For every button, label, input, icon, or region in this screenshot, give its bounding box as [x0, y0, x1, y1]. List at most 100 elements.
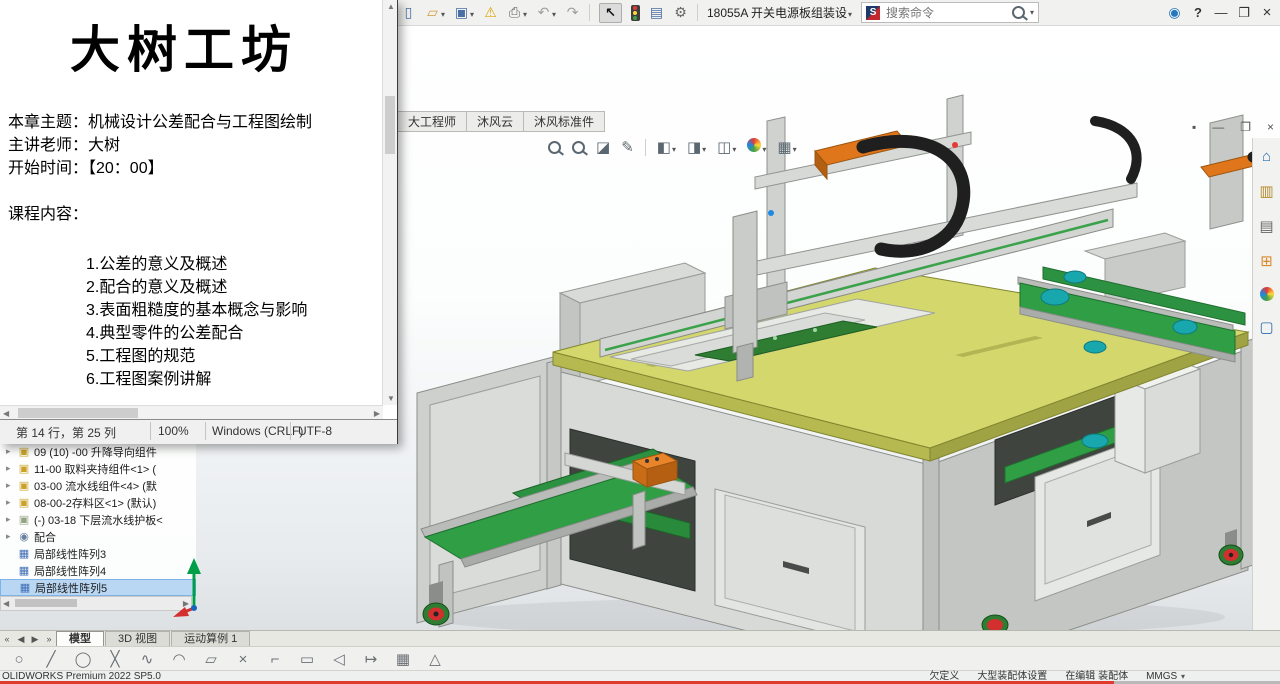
zoom-fit-icon[interactable]	[548, 140, 561, 154]
new-document-icon[interactable]: ▯	[401, 5, 416, 20]
tree-item[interactable]: ▦ 局部线性阵列4	[0, 562, 196, 579]
save-button[interactable]: ▣ ▾	[454, 5, 474, 20]
circle-tool-icon[interactable]: ◯	[72, 650, 94, 668]
notepad-status-bar: 第 14 行，第 25 列 100% Windows (CRLF) UTF-8	[0, 419, 397, 444]
appearance-button[interactable]: ▾	[747, 137, 766, 157]
tree-item[interactable]: ▸ ▣ (-) 03-18 下层流水线护板<	[0, 511, 196, 528]
line-tool-icon[interactable]: ╱	[40, 650, 62, 668]
display-pane-icon[interactable]: ▤	[649, 5, 664, 20]
pattern-icon: ▦	[18, 564, 30, 577]
tab-3d-views[interactable]: 3D 视图	[105, 631, 171, 647]
tree-item[interactable]: ▦ 局部线性阵列3	[0, 545, 196, 562]
hide-show-button[interactable]: ◫▾	[717, 138, 736, 157]
expand-caret-icon[interactable]: ▸	[6, 446, 14, 457]
scroll-right-icon[interactable]: ▶	[374, 409, 380, 418]
tree-item[interactable]: ▸ ▣ 09 (10) -00 升降导向组件	[0, 443, 196, 460]
select-tool-button[interactable]: ↖	[599, 2, 622, 23]
tree-item[interactable]: ▸ ▣ 11-00 取料夹持组件<1> (	[0, 460, 196, 477]
doc-minimize-button[interactable]: —	[1212, 120, 1224, 134]
rectangle-tool-icon[interactable]: ▭	[296, 650, 318, 668]
expand-caret-icon[interactable]: ▸	[6, 514, 14, 525]
tab-dagongchengshi[interactable]: 大工程师	[397, 111, 467, 132]
tree-item-label: 09 (10) -00 升降导向组件	[34, 446, 157, 459]
tab-motion-study[interactable]: 运动算例 1	[171, 631, 251, 647]
doc-restore-button[interactable]: ❐	[1240, 120, 1251, 134]
tab-mufeng-standard[interactable]: 沐风标准件	[523, 111, 606, 132]
notepad-text-area[interactable]: 大树工坊 本章主题：机械设计公差配合与工程图绘制 主讲老师：大树 开始时间：【2…	[0, 0, 383, 405]
zoom-area-icon[interactable]	[572, 140, 585, 154]
traffic-light-icon[interactable]	[630, 4, 640, 21]
options-gear-icon[interactable]: ⚙	[673, 5, 688, 20]
tab-nav-prev[interactable]: ◀	[14, 634, 28, 645]
component-icon: ▣	[18, 445, 30, 458]
spline-tool-icon[interactable]: ∿	[136, 650, 158, 668]
chevron-down-icon[interactable]: ▾	[1030, 8, 1034, 17]
expand-caret-icon[interactable]: ▸	[6, 463, 14, 474]
search-icon[interactable]	[1012, 6, 1026, 19]
horizontal-scrollbar[interactable]: ◀ ▶	[0, 405, 383, 420]
restore-button[interactable]: ❐	[1237, 5, 1251, 21]
doc-close-button[interactable]: ×	[1267, 120, 1274, 134]
scroll-left-icon[interactable]: ◀	[3, 409, 9, 418]
tree-item-selected[interactable]: ▦ 局部线性阵列5	[0, 579, 196, 596]
redo-icon[interactable]: ↷	[565, 5, 580, 20]
arc-tool-icon[interactable]: ◠	[168, 650, 190, 668]
component-icon: ▣	[18, 462, 30, 475]
expand-caret-icon[interactable]: ▸	[6, 480, 14, 491]
offset-tool-icon[interactable]: ↦	[360, 650, 382, 668]
close-button[interactable]: ×	[1260, 4, 1274, 21]
design-library-icon[interactable]: ▥	[1259, 182, 1273, 200]
view-settings-button[interactable]: ▦▾	[777, 138, 796, 157]
chamfer-tool-icon[interactable]: △	[424, 650, 446, 668]
parallelogram-tool-icon[interactable]: ▱	[200, 650, 222, 668]
vertical-scrollbar[interactable]: ▲ ▼	[382, 0, 397, 405]
tab-nav-first[interactable]: «	[0, 634, 14, 644]
annotation-views-icon[interactable]: ✎	[621, 138, 634, 156]
view-orientation-button[interactable]: ◧▾	[657, 138, 676, 157]
commandmanager-tabs: 大工程师 沐风云 沐风标准件	[397, 111, 606, 132]
ellipse-tool-icon[interactable]: ○	[8, 651, 30, 668]
scrollbar-thumb[interactable]	[18, 408, 138, 418]
print-button[interactable]: ⎙ ▾	[507, 5, 527, 20]
undo-button[interactable]: ↶ ▾	[536, 5, 556, 20]
start-time-line: 开始时间：【20：00】	[8, 160, 164, 177]
expand-caret-icon[interactable]: ▸	[6, 531, 14, 542]
scrollbar-thumb[interactable]	[15, 599, 77, 607]
view-settings-icon: ▦	[777, 138, 792, 156]
tab-nav-last[interactable]: »	[42, 634, 56, 644]
section-view-icon[interactable]: ◪	[596, 138, 610, 156]
tab-model[interactable]: 模型	[56, 631, 104, 647]
linear-pattern-tool-icon[interactable]: ▦	[392, 650, 414, 668]
scroll-left-icon[interactable]: ◀	[3, 599, 9, 608]
help-icon[interactable]: ?	[1191, 5, 1205, 20]
erase-tool-icon[interactable]: ×	[232, 651, 254, 668]
pin-icon[interactable]: ▪	[1192, 120, 1196, 134]
mirror-tool-icon[interactable]: ◁	[328, 650, 350, 668]
tab-nav-next[interactable]: ▶	[28, 634, 42, 645]
custom-properties-icon[interactable]: ▢	[1259, 318, 1273, 336]
tree-item[interactable]: ▸ ▣ 03-00 流水线组件<4> (默	[0, 477, 196, 494]
tree-item[interactable]: ▸ ▣ 08-00-2存料区<1> (默认)	[0, 494, 196, 511]
command-search-box[interactable]: S ▾	[861, 2, 1040, 23]
expand-caret-icon[interactable]: ▸	[6, 497, 14, 508]
scroll-down-icon[interactable]: ▼	[387, 394, 395, 403]
view-palette-icon[interactable]: ⊞	[1260, 252, 1273, 270]
appearances-icon[interactable]	[1259, 287, 1274, 301]
cross-tool-icon[interactable]: ╳	[104, 650, 126, 668]
open-button[interactable]: ▱ ▾	[425, 5, 445, 20]
file-explorer-icon[interactable]: ▤	[1259, 217, 1273, 235]
rebuild-warning-icon[interactable]: ⚠	[483, 5, 498, 20]
tab-mufengyun[interactable]: 沐风云	[466, 111, 524, 132]
corner-tool-icon[interactable]: ⌐	[264, 651, 286, 668]
display-style-button[interactable]: ◨▾	[687, 138, 706, 157]
tree-item-mates[interactable]: ▸ ◉ 配合	[0, 528, 196, 545]
document-title-dropdown[interactable]: 18055A 开关电源板组装设▾	[707, 4, 852, 21]
user-account-icon[interactable]: ◉	[1167, 5, 1182, 20]
brand-title: 大树工坊	[70, 22, 298, 78]
scroll-up-icon[interactable]: ▲	[387, 2, 395, 11]
home-icon[interactable]: ⌂	[1262, 148, 1271, 165]
minimize-button[interactable]: —	[1214, 5, 1228, 20]
scrollbar-thumb[interactable]	[385, 96, 395, 154]
search-input[interactable]	[884, 4, 1009, 21]
tree-scrollbar[interactable]: ◀ ▶	[0, 596, 192, 611]
